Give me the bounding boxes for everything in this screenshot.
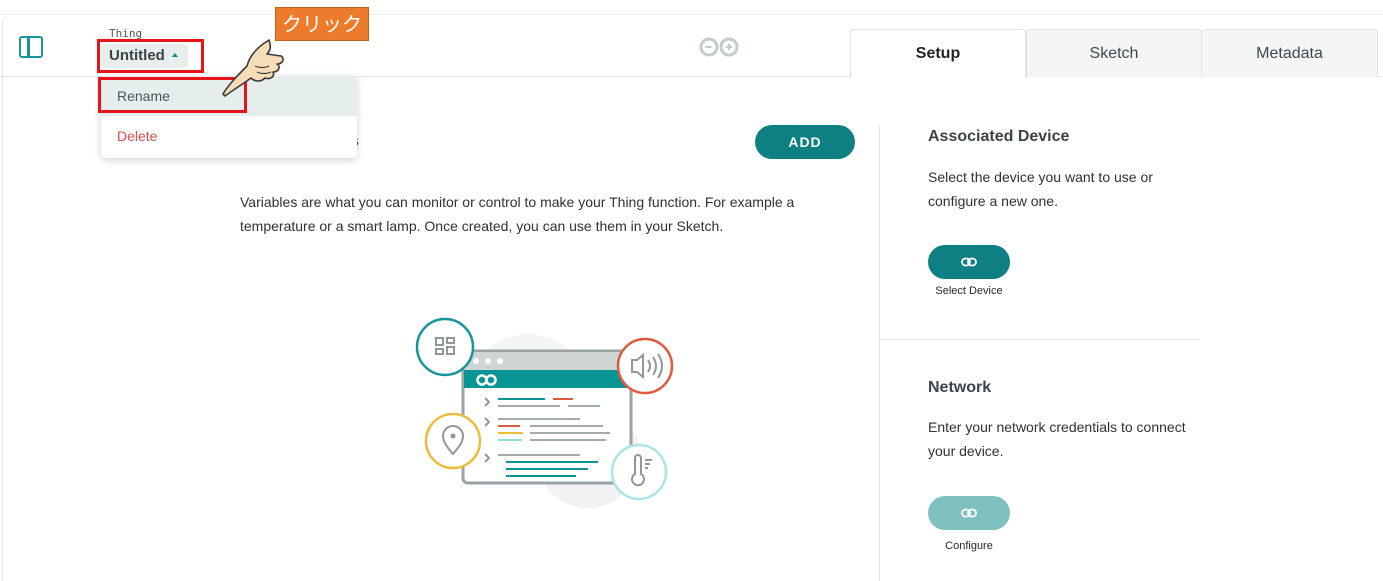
pointing-hand-icon [222, 39, 284, 97]
configure-label: Configure [945, 540, 993, 552]
arduino-logo-icon [699, 37, 739, 57]
variables-illustration [415, 317, 674, 508]
tab-metadata[interactable]: Metadata [1202, 29, 1378, 77]
tab-sketch[interactable]: Sketch [1026, 29, 1202, 77]
sidebar-toggle-icon[interactable] [19, 36, 43, 58]
thermometer-icon [610, 443, 668, 501]
associated-device-title: Associated Device [928, 128, 1070, 145]
thing-label: Thing [109, 27, 143, 40]
thing-name-dropdown[interactable]: Untitled [101, 44, 188, 68]
section-divider [880, 339, 1200, 340]
dashboard-widget-icon [415, 317, 475, 377]
select-device-label: Select Device [935, 285, 1003, 297]
app-window: Thing Untitled Setup Sketch Metadata Ren… [0, 0, 1383, 581]
link-icon [961, 508, 977, 518]
network-description: Enter your network credentials to connec… [928, 419, 1186, 459]
thing-name-text: Untitled [109, 47, 165, 64]
associated-device-description: Select the device you want to use or con… [928, 169, 1153, 209]
caret-up-icon [171, 53, 178, 57]
column-divider [879, 125, 880, 581]
speaker-icon [616, 337, 674, 395]
top-strip [0, 0, 1383, 15]
link-icon [961, 257, 977, 267]
add-variable-button[interactable]: ADD [755, 125, 855, 159]
variables-description: Variables are what you can monitor or co… [240, 194, 795, 234]
tab-bar: Setup Sketch Metadata [850, 29, 1378, 78]
network-title: Network [928, 379, 992, 396]
configure-network-button[interactable] [928, 496, 1010, 530]
location-pin-icon [424, 412, 482, 470]
menu-item-delete[interactable]: Delete [101, 116, 357, 156]
select-device-button[interactable] [928, 245, 1010, 279]
tab-setup[interactable]: Setup [850, 29, 1026, 78]
